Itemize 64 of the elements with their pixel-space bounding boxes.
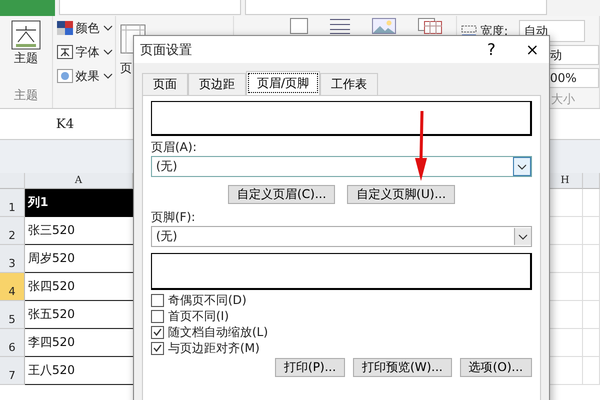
table-cell: 列1 <box>25 189 133 217</box>
checkbox-option[interactable]: 与页边距对齐(M) <box>151 340 532 356</box>
dialog-button[interactable]: 打印(P)... <box>275 358 346 377</box>
font-icon <box>56 45 73 59</box>
column-header[interactable]: H <box>548 173 583 189</box>
row-header[interactable]: 6 <box>0 329 25 357</box>
caret-icon <box>517 164 527 170</box>
header-dropdown[interactable]: (无) <box>151 156 532 177</box>
column-header[interactable]: A <box>25 173 133 189</box>
help-button[interactable]: ? <box>487 40 496 59</box>
row-header[interactable]: 7 <box>0 357 25 385</box>
tab[interactable]: 工作表 <box>320 73 378 95</box>
dialog-title: 页面设置 <box>140 42 192 58</box>
checkbox[interactable] <box>151 310 164 322</box>
table-cell <box>583 273 600 301</box>
ribbon-menu-button[interactable]: 字体 <box>56 40 113 64</box>
row-header[interactable]: 1 <box>0 189 25 217</box>
row-header[interactable]: 4 <box>0 273 25 301</box>
caret-icon <box>102 49 113 55</box>
caret-icon <box>102 73 113 79</box>
dialog-button[interactable]: 打印预览(W)... <box>353 358 452 377</box>
row-header[interactable]: 3 <box>0 245 25 273</box>
table-cell <box>583 245 600 273</box>
ribbon-menu-button[interactable]: 效果 <box>56 64 113 88</box>
checkbox[interactable] <box>151 342 164 354</box>
tab[interactable]: 页边距 <box>188 73 246 95</box>
row-header[interactable]: 5 <box>0 301 25 329</box>
ribbon-menu-button[interactable]: 颜色 <box>56 16 113 40</box>
checkbox-option[interactable]: 奇偶页不同(D) <box>151 292 532 308</box>
ribbon-tab-strip <box>0 0 55 16</box>
color-swatch-icon <box>56 21 73 35</box>
caret-icon <box>518 234 528 240</box>
group-label: 大小 <box>551 91 575 108</box>
theme-icon <box>10 20 41 50</box>
row-header[interactable]: 2 <box>0 217 25 245</box>
custom-button[interactable]: 自定义页脚(U)... <box>347 185 455 204</box>
lines-icon <box>330 18 350 34</box>
width-icon <box>461 25 477 37</box>
dialog-button[interactable]: 选项(O)... <box>460 358 532 377</box>
ribbon-label: 页 <box>120 60 132 77</box>
table-cell <box>583 301 600 329</box>
checkbox[interactable] <box>151 294 164 306</box>
height-dropdown[interactable]: 动 <box>547 45 599 65</box>
checkbox-option[interactable]: 首页不同(I) <box>151 308 532 324</box>
checkbox[interactable] <box>151 326 164 338</box>
table-cell <box>583 357 600 385</box>
field-label: 页眉(A): <box>151 139 198 156</box>
checkbox-option[interactable]: 随文档自动缩放(L) <box>151 324 532 340</box>
name-box[interactable]: K4 <box>0 116 130 132</box>
effects-icon <box>56 69 73 83</box>
tab[interactable]: 页眉/页脚 <box>246 71 320 95</box>
close-button[interactable]: × <box>526 40 539 59</box>
tab[interactable]: 页面 <box>142 73 188 95</box>
footer-dropdown[interactable]: (无) <box>151 226 532 247</box>
annotation-arrow <box>414 110 428 182</box>
caret-icon <box>102 25 113 31</box>
scale-field[interactable]: 00% <box>547 68 599 88</box>
field-label: 页脚(F): <box>151 209 196 226</box>
theme-button[interactable]: 主题 <box>10 16 41 67</box>
custom-button[interactable]: 自定义页眉(C)... <box>228 185 336 204</box>
table-cell <box>583 217 600 245</box>
group-label: 主题 <box>14 87 38 104</box>
table-cell <box>583 329 600 357</box>
table-cell <box>583 189 600 217</box>
